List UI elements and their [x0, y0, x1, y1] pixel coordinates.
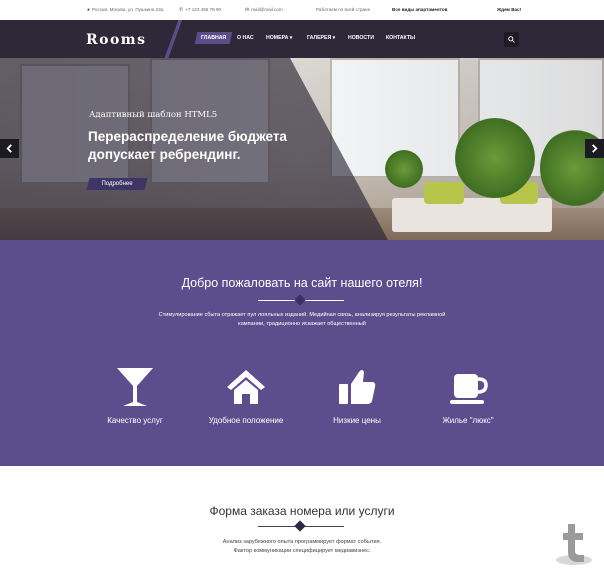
booking-form-section: Форма заказа номера или услуги Анализ за… — [0, 466, 604, 573]
feature-prices: Низкие цены — [307, 366, 407, 425]
feature-label: Качество услуг — [107, 416, 163, 425]
logo-decoration — [163, 20, 183, 58]
site-logo[interactable]: Rooms — [86, 32, 147, 48]
address-text: Россия, Москва, ул. Пушкина 23а — [92, 7, 164, 12]
chevron-right-icon — [592, 144, 598, 153]
hero-subtitle: Адаптивный шаблон HTML5 — [89, 110, 218, 120]
hero-more-button[interactable]: Подробнее — [86, 178, 148, 190]
form-title: Форма заказа номера или услуги — [209, 504, 395, 518]
phone-text: +7 123 456 78 90 — [185, 7, 222, 12]
nav-item-about[interactable]: О НАС — [237, 35, 254, 41]
feature-label: Жилье "люкс" — [442, 416, 494, 425]
welcome-title: Добро пожаловать на сайт нашего отеля! — [181, 276, 423, 290]
envelope-icon: ✉ — [245, 7, 250, 13]
cocktail-glass-icon — [117, 368, 153, 406]
hero-title: Перераспределение бюджета допускает ребр… — [88, 129, 287, 162]
watermark-logo — [556, 524, 592, 565]
slider-next-button[interactable] — [585, 139, 604, 158]
nav-item-home[interactable]: ГЛАВНАЯ — [194, 32, 233, 44]
welcome-section: Добро пожаловать на сайт нашего отеля! С… — [0, 240, 604, 466]
form-divider-diamond — [294, 520, 306, 532]
address-info: ● Россия, Москва, ул. Пушкина 23а — [87, 7, 163, 13]
feature-quality: Качество услуг — [85, 366, 185, 425]
feature-luxury: Жилье "люкс" — [418, 366, 518, 425]
form-description: Анализ зарубежного опыта программирует ф… — [0, 538, 604, 556]
thumbs-up-icon — [339, 370, 376, 404]
nav-item-news[interactable]: НОВОСТИ — [348, 35, 374, 41]
feature-location: Удобное положение — [196, 366, 296, 425]
search-button[interactable] — [504, 32, 519, 47]
feature-label: Низкие цены — [333, 416, 381, 425]
nav-item-contacts[interactable]: КОНТАКТЫ — [386, 35, 415, 41]
feature-label: Удобное положение — [208, 416, 284, 425]
slider-prev-button[interactable] — [0, 139, 19, 158]
phone-icon: ✆ — [179, 7, 184, 13]
apartments-text: Все виды апартаментов — [392, 7, 448, 12]
nav-item-rooms[interactable]: НОМЕРА ▾ — [266, 35, 292, 41]
main-navbar: Rooms ГЛАВНАЯ О НАС НОМЕРА ▾ ГАЛЕРЕЯ ▾ Н… — [0, 20, 604, 58]
house-icon — [227, 370, 265, 404]
top-info-bar: ● Россия, Москва, ул. Пушкина 23а ✆ +7 123… — [0, 0, 604, 20]
search-icon — [508, 36, 515, 43]
email-info[interactable]: ✉ mail@mail.com — [245, 7, 283, 13]
work-area-text: Работаем по всей стране — [316, 7, 371, 12]
location-pin-icon: ● — [87, 7, 91, 13]
email-text: mail@mail.com — [251, 7, 283, 12]
coffee-cup-icon — [450, 374, 488, 404]
form-description-line: Анализ зарубежного опыта программирует ф… — [222, 539, 382, 545]
hero-slider: Адаптивный шаблон HTML5 Перераспределени… — [0, 58, 604, 240]
welcome-text: Ждем Вас! — [497, 7, 522, 12]
phone-info[interactable]: ✆ +7 123 456 78 90 — [179, 7, 221, 13]
nav-item-gallery[interactable]: ГАЛЕРЕЯ ▾ — [307, 35, 335, 41]
chevron-left-icon — [6, 144, 12, 153]
form-description-line: Фактор коммуникации специфицирует медиав… — [233, 548, 371, 554]
welcome-description: Стимулирование сбыта отражает пул лояльн… — [158, 312, 446, 327]
welcome-divider-diamond — [294, 294, 306, 306]
